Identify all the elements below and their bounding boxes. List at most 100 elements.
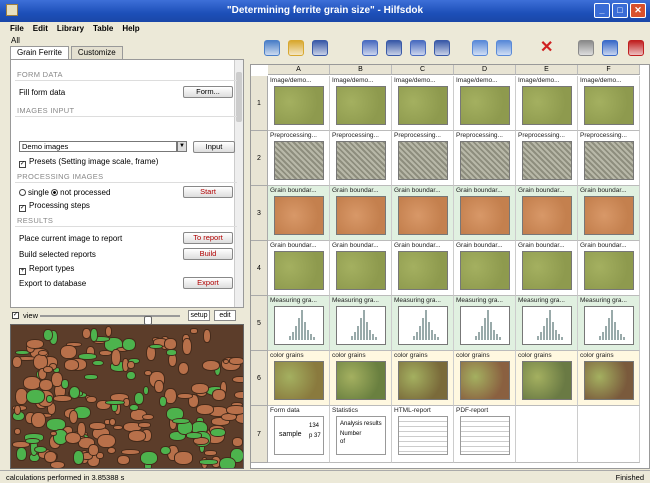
table-cell[interactable]: Grain boundar...: [578, 241, 640, 296]
table-cell[interactable]: [578, 406, 640, 463]
export-icon[interactable]: [362, 40, 378, 56]
table-cell[interactable]: Grain boundar...: [330, 241, 392, 296]
grain-shape: [38, 378, 53, 391]
column-header-e[interactable]: E: [516, 65, 578, 75]
package-icon[interactable]: [410, 40, 426, 56]
start-button[interactable]: Start: [183, 186, 233, 198]
zoom-slider[interactable]: [40, 315, 180, 325]
table-cell[interactable]: Measuring gra...: [392, 296, 454, 351]
row-header[interactable]: 1: [251, 76, 268, 131]
table-cell[interactable]: Statistics Analysis results Number of: [330, 406, 392, 463]
minimize-button[interactable]: _: [594, 3, 610, 18]
table-cell[interactable]: Measuring gra...: [516, 296, 578, 351]
row-header[interactable]: 6: [251, 351, 268, 406]
tab-customize[interactable]: Customize: [70, 46, 123, 59]
table-cell[interactable]: Image/demo...: [578, 76, 640, 131]
row-header[interactable]: 4: [251, 241, 268, 296]
menu-edit[interactable]: Edit: [33, 24, 48, 33]
not-processed-radio[interactable]: [51, 189, 59, 196]
open-icon[interactable]: [288, 40, 304, 56]
database-icon[interactable]: [434, 40, 450, 56]
edit-button[interactable]: edit: [214, 310, 236, 321]
cell-label: Grain boundar...: [456, 242, 503, 249]
table-cell[interactable]: Image/demo...: [330, 76, 392, 131]
table-cell[interactable]: Measuring gra...: [454, 296, 516, 351]
table-cell[interactable]: Grain boundar...: [392, 241, 454, 296]
table-cell[interactable]: [516, 406, 578, 463]
send-icon[interactable]: [386, 40, 402, 56]
table-cell[interactable]: Preprocessing...: [330, 131, 392, 186]
table-cell[interactable]: Preprocessing...: [454, 131, 516, 186]
column-header-b[interactable]: B: [330, 65, 392, 75]
table-cell[interactable]: Image/demo...: [516, 76, 578, 131]
table-cell[interactable]: Grain boundar...: [330, 186, 392, 241]
column-header-a[interactable]: A: [268, 65, 330, 75]
table-cell[interactable]: Preprocessing...: [516, 131, 578, 186]
copy-icon[interactable]: [472, 40, 488, 56]
table-cell[interactable]: color grains: [578, 351, 640, 406]
maximize-button[interactable]: □: [612, 3, 628, 18]
column-header-d[interactable]: D: [454, 65, 516, 75]
input-button[interactable]: Input: [193, 141, 235, 153]
table-cell[interactable]: Grain boundar...: [268, 241, 330, 296]
form-scrollbar[interactable]: [234, 60, 243, 307]
menu-table[interactable]: Table: [93, 24, 113, 33]
column-header-c[interactable]: C: [392, 65, 454, 75]
table-cell[interactable]: Measuring gra...: [268, 296, 330, 351]
table-cell[interactable]: Grain boundar...: [516, 241, 578, 296]
table-cell[interactable]: Grain boundar...: [454, 241, 516, 296]
row-header[interactable]: 3: [251, 186, 268, 241]
table-cell[interactable]: color grains: [268, 351, 330, 406]
steps-checkbox[interactable]: ✓: [19, 205, 26, 212]
setup-button[interactable]: setup: [188, 310, 210, 321]
table-cell[interactable]: PDF-report: [454, 406, 516, 463]
form-button[interactable]: Form...: [183, 86, 233, 98]
table-cell[interactable]: Preprocessing...: [578, 131, 640, 186]
menu-file[interactable]: File: [10, 24, 24, 33]
table-cell[interactable]: Measuring gra...: [330, 296, 392, 351]
row-header[interactable]: 7: [251, 406, 268, 463]
tool-icon[interactable]: [628, 40, 644, 56]
save-icon[interactable]: [312, 40, 328, 56]
image-source-select[interactable]: Demo images: [19, 141, 177, 152]
table-cell[interactable]: color grains: [330, 351, 392, 406]
presets-checkbox[interactable]: ✓: [19, 161, 26, 168]
single-radio[interactable]: [19, 189, 26, 196]
report-types-checkbox[interactable]: +: [19, 268, 26, 275]
table-cell[interactable]: Measuring gra...: [578, 296, 640, 351]
table-cell[interactable]: Preprocessing...: [392, 131, 454, 186]
table-cell[interactable]: color grains: [454, 351, 516, 406]
build-button[interactable]: Build: [183, 248, 233, 260]
column-header-f[interactable]: F: [578, 65, 640, 75]
table-cell[interactable]: Image/demo...: [392, 76, 454, 131]
table-cell[interactable]: Image/demo...: [268, 76, 330, 131]
grain-image-preview[interactable]: [10, 324, 244, 469]
chevron-down-icon[interactable]: ▼: [177, 141, 187, 152]
list-icon[interactable]: [578, 40, 594, 56]
export-button[interactable]: Export: [183, 277, 233, 289]
report-icon[interactable]: [602, 40, 618, 56]
table-cell[interactable]: Grain boundar...: [454, 186, 516, 241]
table-cell[interactable]: color grains: [516, 351, 578, 406]
paste-icon[interactable]: [496, 40, 512, 56]
table-cell[interactable]: Grain boundar...: [268, 186, 330, 241]
tab-grain-ferrite[interactable]: Grain Ferrite: [10, 46, 69, 59]
table-cell[interactable]: Grain boundar...: [516, 186, 578, 241]
to-report-button[interactable]: To report: [183, 232, 233, 244]
menu-help[interactable]: Help: [122, 24, 139, 33]
row-header[interactable]: 2: [251, 131, 268, 186]
table-cell[interactable]: Grain boundar...: [578, 186, 640, 241]
menu-library[interactable]: Library: [57, 24, 84, 33]
table-cell[interactable]: Preprocessing...: [268, 131, 330, 186]
view-checkbox[interactable]: ✓: [12, 312, 19, 319]
table-cell[interactable]: Grain boundar...: [392, 186, 454, 241]
close-button[interactable]: ✕: [630, 3, 646, 18]
cell-label: color grains: [518, 352, 552, 359]
row-header[interactable]: 5: [251, 296, 268, 351]
table-cell[interactable]: HTML-report: [392, 406, 454, 463]
table-cell[interactable]: color grains: [392, 351, 454, 406]
table-cell[interactable]: Form data sample 134 p 37: [268, 406, 330, 463]
table-icon[interactable]: [264, 40, 280, 56]
delete-icon[interactable]: ✕: [540, 40, 556, 56]
table-cell[interactable]: Image/demo...: [454, 76, 516, 131]
